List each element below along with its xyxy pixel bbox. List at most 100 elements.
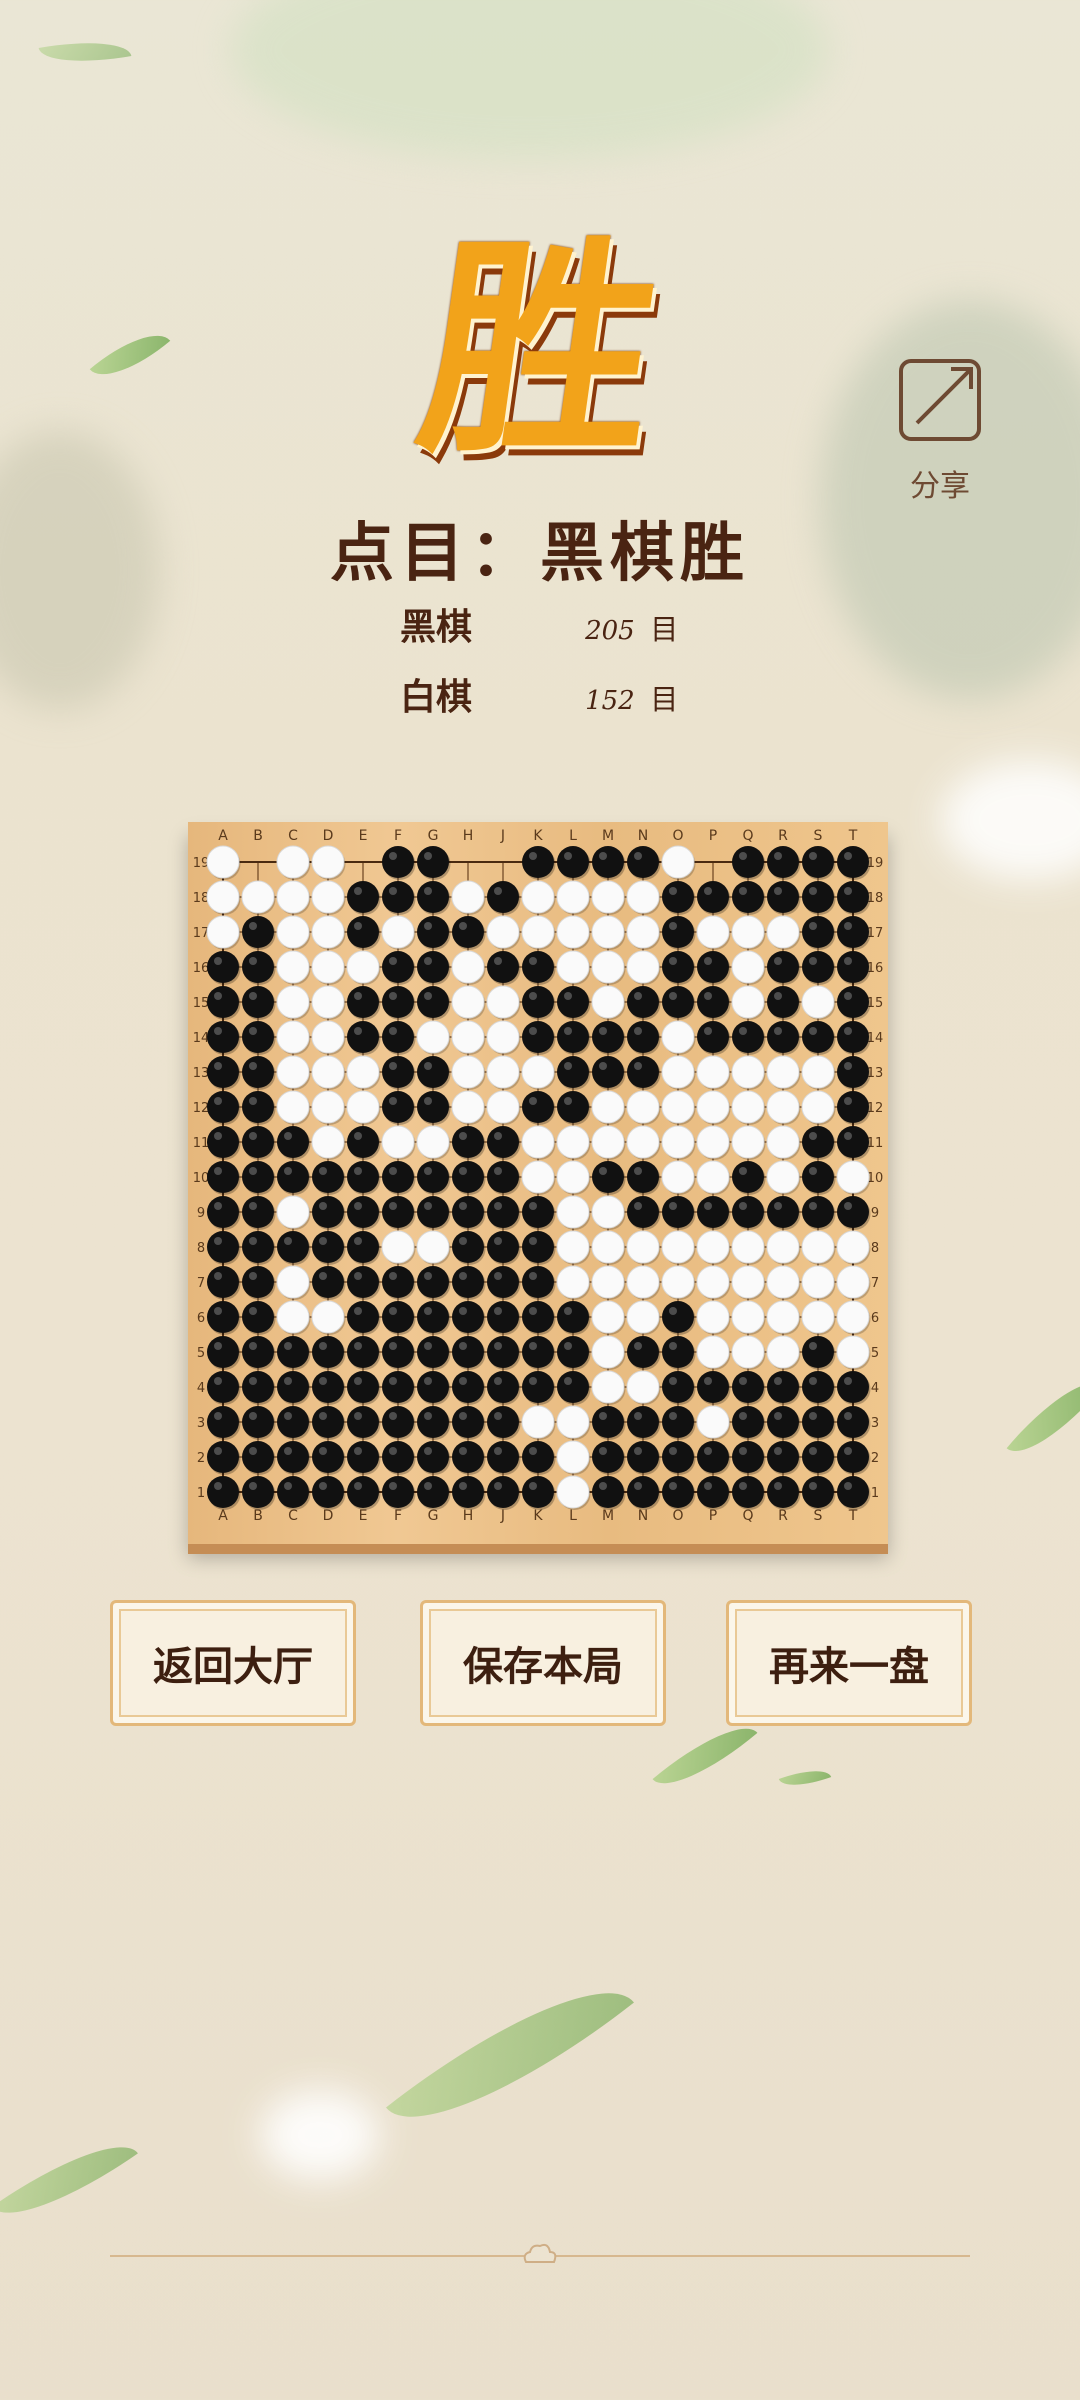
black-stone	[207, 1126, 239, 1158]
white-stone	[591, 950, 625, 984]
white-stone	[766, 1230, 800, 1264]
white-stone	[521, 1125, 555, 1159]
stone-highlight	[809, 1482, 817, 1490]
white-stone	[416, 1230, 450, 1264]
stone-highlight	[249, 1237, 257, 1245]
black-points: 205	[585, 616, 635, 646]
black-stone	[207, 1406, 239, 1438]
black-stone	[837, 986, 869, 1018]
black-stone	[452, 1161, 484, 1193]
stone-highlight	[669, 1342, 677, 1350]
row-label: 11	[193, 1136, 210, 1151]
save-game-button[interactable]: 保存本局	[420, 1600, 666, 1726]
back-to-lobby-button[interactable]: 返回大厅	[110, 1600, 356, 1726]
stone-highlight	[774, 887, 782, 895]
stone-highlight	[739, 1377, 747, 1385]
share-label: 分享	[910, 469, 970, 504]
stone-highlight	[249, 1307, 257, 1315]
black-stone	[242, 986, 274, 1018]
stone-highlight	[669, 1202, 677, 1210]
stone-highlight	[424, 1307, 432, 1315]
black-stone	[662, 1406, 694, 1438]
black-stone	[277, 1441, 309, 1473]
black-stone	[592, 1021, 624, 1053]
column-label: G	[428, 828, 439, 844]
black-stone	[487, 1161, 519, 1193]
black-stone	[837, 1371, 869, 1403]
black-stone	[627, 1056, 659, 1088]
stone-highlight	[214, 957, 222, 965]
stone-highlight	[739, 1202, 747, 1210]
stone-highlight	[424, 852, 432, 860]
white-stone	[626, 950, 660, 984]
stone-highlight	[774, 1482, 782, 1490]
black-stone	[207, 986, 239, 1018]
stone-highlight	[214, 1202, 222, 1210]
share-button[interactable]: 分享	[890, 355, 990, 515]
stone-highlight	[354, 1412, 362, 1420]
stone-highlight	[249, 1062, 257, 1070]
stone-highlight	[774, 957, 782, 965]
stone-highlight	[424, 1202, 432, 1210]
black-stone	[732, 1476, 764, 1508]
white-stone	[381, 1125, 415, 1159]
black-stone	[207, 1301, 239, 1333]
stone-highlight	[354, 1482, 362, 1490]
black-stone	[382, 1091, 414, 1123]
black-stone	[802, 916, 834, 948]
stone-highlight	[214, 1237, 222, 1245]
row-label: 2	[197, 1451, 205, 1466]
white-stone	[311, 1300, 345, 1334]
stone-highlight	[564, 1027, 572, 1035]
black-stone	[627, 1161, 659, 1193]
black-stone	[522, 1336, 554, 1368]
black-stone	[382, 881, 414, 913]
black-stone	[522, 1021, 554, 1053]
stone-highlight	[424, 1482, 432, 1490]
stone-highlight	[214, 1062, 222, 1070]
play-again-button[interactable]: 再来一盘	[726, 1600, 972, 1726]
white-stone	[836, 1230, 870, 1264]
black-stone	[452, 916, 484, 948]
stone-highlight	[634, 1062, 642, 1070]
black-score-row: 黑棋 205 目	[400, 598, 720, 650]
black-stone	[417, 881, 449, 913]
stone-highlight	[459, 922, 467, 930]
stone-highlight	[669, 1307, 677, 1315]
stone-highlight	[529, 1307, 537, 1315]
white-stone	[451, 950, 485, 984]
stone-highlight	[634, 1447, 642, 1455]
stone-highlight	[739, 887, 747, 895]
stone-highlight	[774, 1027, 782, 1035]
stone-highlight	[529, 1202, 537, 1210]
black-stone	[242, 1091, 274, 1123]
white-stone	[521, 880, 555, 914]
column-label: F	[394, 1508, 402, 1524]
black-stone	[522, 1441, 554, 1473]
black-stone	[802, 951, 834, 983]
white-stone	[731, 950, 765, 984]
stone-highlight	[354, 1027, 362, 1035]
white-unit: 目	[650, 683, 679, 716]
stone-highlight	[669, 887, 677, 895]
stone-highlight	[424, 1272, 432, 1280]
row-label: 16	[193, 961, 210, 976]
black-stone	[697, 1196, 729, 1228]
stone-highlight	[249, 1447, 257, 1455]
black-stone	[802, 1441, 834, 1473]
column-label: P	[709, 1508, 717, 1524]
white-stone	[556, 1195, 590, 1229]
black-stone	[732, 881, 764, 913]
white-stone	[311, 915, 345, 949]
stone-highlight	[599, 1412, 607, 1420]
white-stone	[661, 1230, 695, 1264]
black-stone	[452, 1476, 484, 1508]
black-stone	[837, 1476, 869, 1508]
white-stone	[766, 1265, 800, 1299]
black-stone	[557, 1301, 589, 1333]
column-label: Q	[742, 1508, 753, 1524]
black-stone	[802, 1021, 834, 1053]
stone-highlight	[249, 1167, 257, 1175]
stone-highlight	[599, 1062, 607, 1070]
stone-highlight	[389, 1167, 397, 1175]
